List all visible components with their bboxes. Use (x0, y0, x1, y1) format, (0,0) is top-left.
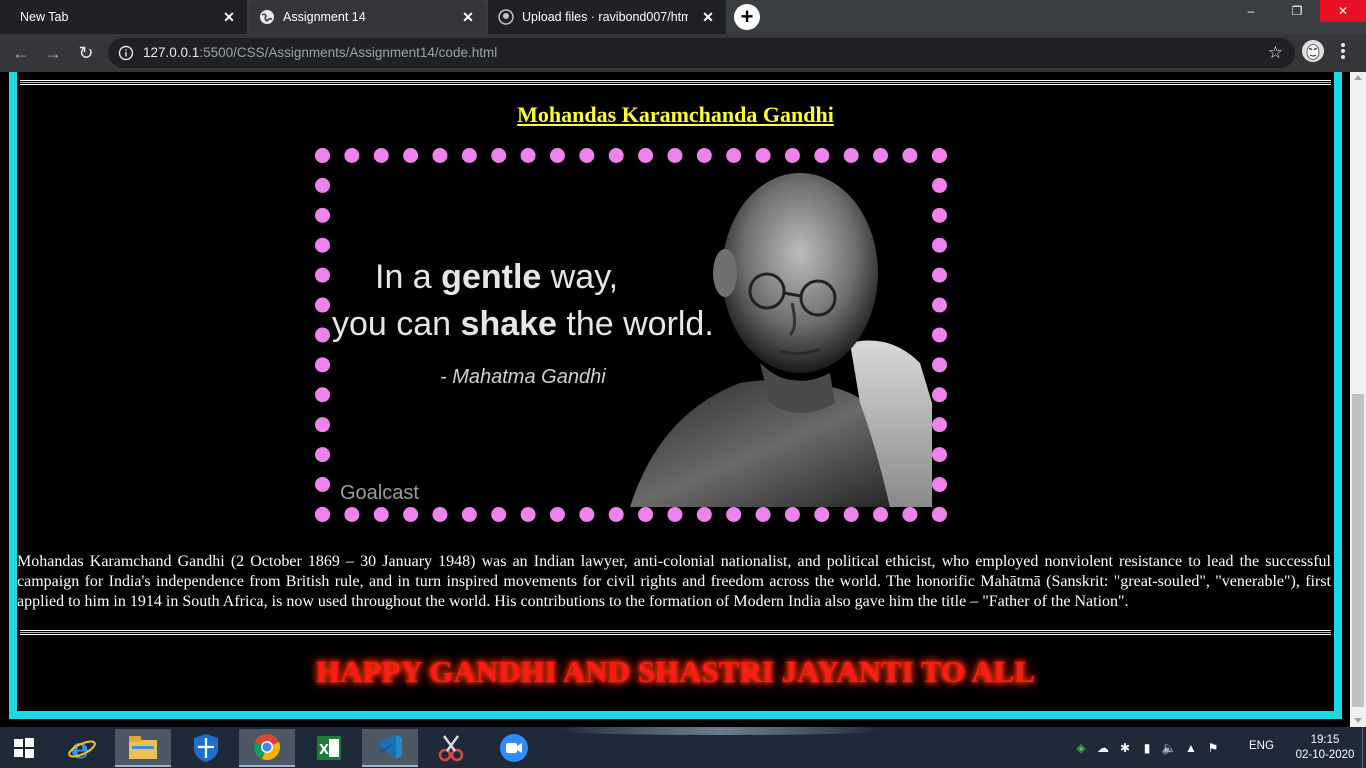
globe-icon (260, 10, 274, 24)
tab-upload-files[interactable]: Upload files · ravibond007/htmlA ✕ (488, 0, 726, 34)
tab-new-tab[interactable]: New Tab ✕ (0, 0, 247, 34)
scrollbar-thumb[interactable] (1352, 394, 1364, 707)
window-close-icon[interactable]: ✕ (1320, 0, 1366, 22)
restore-icon[interactable]: ❐ (1274, 0, 1320, 22)
zoom-icon[interactable] (486, 729, 542, 767)
color-picker-icon[interactable]: ◈ (1070, 738, 1092, 758)
battery-icon[interactable]: ▮ (1136, 738, 1158, 758)
kebab-menu-icon[interactable] (1340, 42, 1346, 60)
window-controls: – ❐ ✕ (1228, 0, 1366, 22)
minimize-icon[interactable]: – (1228, 0, 1274, 22)
volume-muted-icon[interactable]: 🔈 (1158, 738, 1180, 758)
forward-arrow-icon[interactable]: → (42, 42, 64, 64)
chrome-icon[interactable] (239, 729, 295, 767)
windows-security-icon[interactable] (178, 729, 234, 767)
url-host: 127.0.0.1 (143, 45, 200, 60)
page-frame: Mohandas Karamchanda Gandhi In a gentle … (9, 72, 1342, 719)
gandhi-quote-image-frame: In a gentle way, you can shake the world… (315, 148, 947, 522)
page-viewport: Mohandas Karamchanda Gandhi In a gentle … (0, 72, 1350, 727)
scroll-up-arrow-icon[interactable] (1354, 75, 1362, 80)
vscode-icon[interactable] (362, 729, 418, 767)
bluetooth-icon[interactable]: ✱ (1114, 738, 1136, 758)
close-icon[interactable]: ✕ (700, 9, 716, 25)
goalcast-watermark: Goalcast (340, 482, 419, 504)
system-clock[interactable]: 19:15 02-10-2020 (1292, 733, 1358, 763)
quote-line-1: In a gentle way, (375, 258, 618, 296)
url-text: 127.0.0.1:5500/CSS/Assignments/Assignmen… (143, 45, 497, 60)
clock-time: 19:15 (1310, 734, 1340, 746)
quote-line-2: you can shake the world. (332, 305, 714, 343)
info-icon[interactable] (118, 45, 134, 61)
show-desktop-button[interactable] (1362, 727, 1366, 768)
close-icon[interactable]: ✕ (460, 9, 476, 25)
windows-start-icon[interactable] (0, 729, 48, 767)
scroll-down-arrow-icon[interactable] (1354, 718, 1362, 723)
back-arrow-icon[interactable]: ← (10, 42, 32, 64)
gandhi-biography: Mohandas Karamchand Gandhi (2 October 18… (17, 553, 1331, 610)
notification-flag-icon[interactable]: ⚑ (1202, 738, 1224, 758)
jayanti-greeting: HAPPY GANDHI AND SHASTRI JAYANTI TO ALL (316, 654, 1035, 689)
horizontal-rule (20, 80, 1331, 85)
network-signal-icon[interactable]: ▲ (1180, 738, 1202, 758)
svg-text:X: X (319, 743, 329, 758)
tab-strip: New Tab ✕ Assignment 14 ✕ Upload files ·… (0, 0, 1366, 34)
system-tray: ◈ ☁ ✱ ▮ 🔈 ▲ ⚑ (1070, 727, 1224, 768)
github-icon (498, 9, 514, 25)
clock-date: 02-10-2020 (1295, 749, 1355, 761)
close-icon[interactable]: ✕ (221, 9, 237, 25)
reload-icon[interactable]: ↻ (75, 42, 97, 64)
tab-assignment-14[interactable]: Assignment 14 ✕ (249, 0, 486, 34)
tab-label: New Tab (20, 10, 69, 24)
horizontal-rule (20, 630, 1331, 635)
address-bar[interactable]: 127.0.0.1:5500/CSS/Assignments/Assignmen… (108, 38, 1295, 68)
new-tab-button[interactable]: + (734, 4, 760, 30)
page-heading: Mohandas Karamchanda Gandhi (517, 102, 834, 127)
bookmark-star-icon[interactable]: ☆ (1268, 43, 1283, 63)
vertical-scrollbar[interactable] (1350, 72, 1366, 727)
gandhi-quote-image: In a gentle way, you can shake the world… (330, 163, 932, 507)
excel-icon[interactable]: X (301, 729, 357, 767)
file-explorer-icon[interactable] (115, 729, 171, 767)
snipping-tool-icon[interactable] (423, 729, 479, 767)
quote-attribution: - Mahatma Gandhi (440, 366, 606, 388)
profile-avatar-icon[interactable] (1302, 40, 1324, 62)
desktop-wallpaper-peek (560, 727, 880, 735)
internet-explorer-icon[interactable]: e (54, 729, 110, 767)
browser-toolbar: ← → ↻ 127.0.0.1:5500/CSS/Assignments/Ass… (0, 34, 1366, 72)
tab-label: Upload files · ravibond007/htmlA (522, 10, 688, 24)
input-language[interactable]: ENG (1249, 740, 1274, 752)
onedrive-cloud-icon[interactable]: ☁ (1092, 738, 1114, 758)
url-path: :5500/CSS/Assignments/Assignment14/code.… (199, 45, 498, 60)
